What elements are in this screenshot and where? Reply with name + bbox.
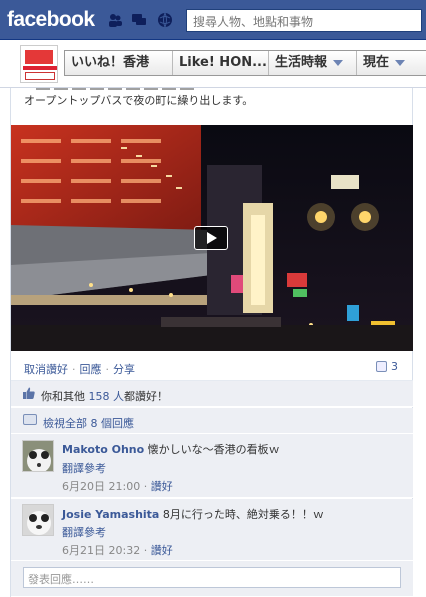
comment-bubble-icon [23,414,37,425]
nav-timeline[interactable]: 生活時報 [269,51,357,75]
view-all-comments-row[interactable]: 檢視全部 8 個回應 [11,408,413,434]
view-all-comments-link[interactable]: 檢視全部 8 個回應 [43,415,134,431]
comment-meta: 6月21日 20:32 · 讚好 [62,544,173,557]
comment-text: Josie Yamashita 8月に行った時、絶対乗る！！ｗ [62,506,324,522]
post-actions: 取消讚好 · 回應 · 分享 [24,363,135,376]
comment-like-link[interactable]: 讚好 [151,480,173,493]
share-link[interactable]: 分享 [113,363,135,376]
unlike-link[interactable]: 取消讚好 [24,363,68,376]
comment-item: Josie Yamashita 8月に行った時、絶対乗る！！ｗ 翻譯參考 6月2… [11,499,413,561]
top-bar: facebook 搜尋人物、地點和事物 [0,0,426,40]
messages-icon[interactable] [131,12,147,28]
page-profile-picture[interactable] [20,45,58,83]
comment-message: 懐かしいな～香港の看板ｗ [147,443,280,456]
avatar[interactable] [22,504,54,536]
nav-now[interactable]: 現在 [357,51,426,75]
chevron-down-icon [333,59,344,66]
search-input[interactable]: 搜尋人物、地點和事物 [186,9,422,32]
comment-author[interactable]: Josie Yamashita [62,508,159,521]
comment-like-link[interactable]: 讚好 [151,544,173,557]
comment-item: Makoto Ohno 懐かしいな～香港の看板ｗ 翻譯參考 6月20日 21:0… [11,434,413,498]
likes-people-link[interactable]: 158 人 [89,390,125,403]
translate-link[interactable]: 翻譯參考 [62,460,106,476]
share-count-value: 3 [391,360,398,373]
comment-link[interactable]: 回應 [80,363,102,376]
comment-author[interactable]: Makoto Ohno [62,443,144,456]
comment-input[interactable]: 發表回應…… [23,567,401,588]
page-header: いいね！香港 Like! HON... 生活時報 現在 [0,40,426,88]
post-caption: オープントップバスで夜の町に繰り出します。 [24,94,254,107]
avatar[interactable] [22,440,54,472]
play-icon [207,232,217,244]
likes-row: 你和其他 158 人都讚好！ [11,380,413,407]
nav-timeline-label: 生活時報 [275,55,328,70]
play-button[interactable] [194,226,228,250]
nav-page-name[interactable]: いいね！香港 [65,51,173,75]
comment-timestamp[interactable]: 6月20日 21:00 [62,480,140,493]
nav-like-hong-kong[interactable]: Like! HON... [173,51,269,75]
chevron-down-icon [395,59,406,66]
comment-text: Makoto Ohno 懐かしいな～香港の看板ｗ [62,441,280,457]
likes-summary: 你和其他 158 人都讚好！ [41,388,168,404]
nav-now-label: 現在 [363,55,390,70]
share-count[interactable]: 3 [376,360,398,373]
likes-suffix: 都讚好！ [124,390,168,403]
comment-message: 8月に行った時、絶対乗る！！ｗ [162,508,324,521]
translate-link[interactable]: 翻譯參考 [62,524,106,540]
share-icon [376,361,387,372]
notifications-globe-icon[interactable] [157,12,173,28]
friends-icon[interactable] [107,12,123,28]
page-nav-bar: いいね！香港 Like! HON... 生活時報 現在 [64,50,426,76]
comment-timestamp[interactable]: 6月21日 20:32 [62,544,140,557]
likes-prefix: 你和其他 [41,390,89,403]
thumbs-up-icon [23,387,35,399]
comment-meta: 6月20日 21:00 · 讚好 [62,480,173,493]
facebook-logo[interactable]: facebook [7,8,95,32]
